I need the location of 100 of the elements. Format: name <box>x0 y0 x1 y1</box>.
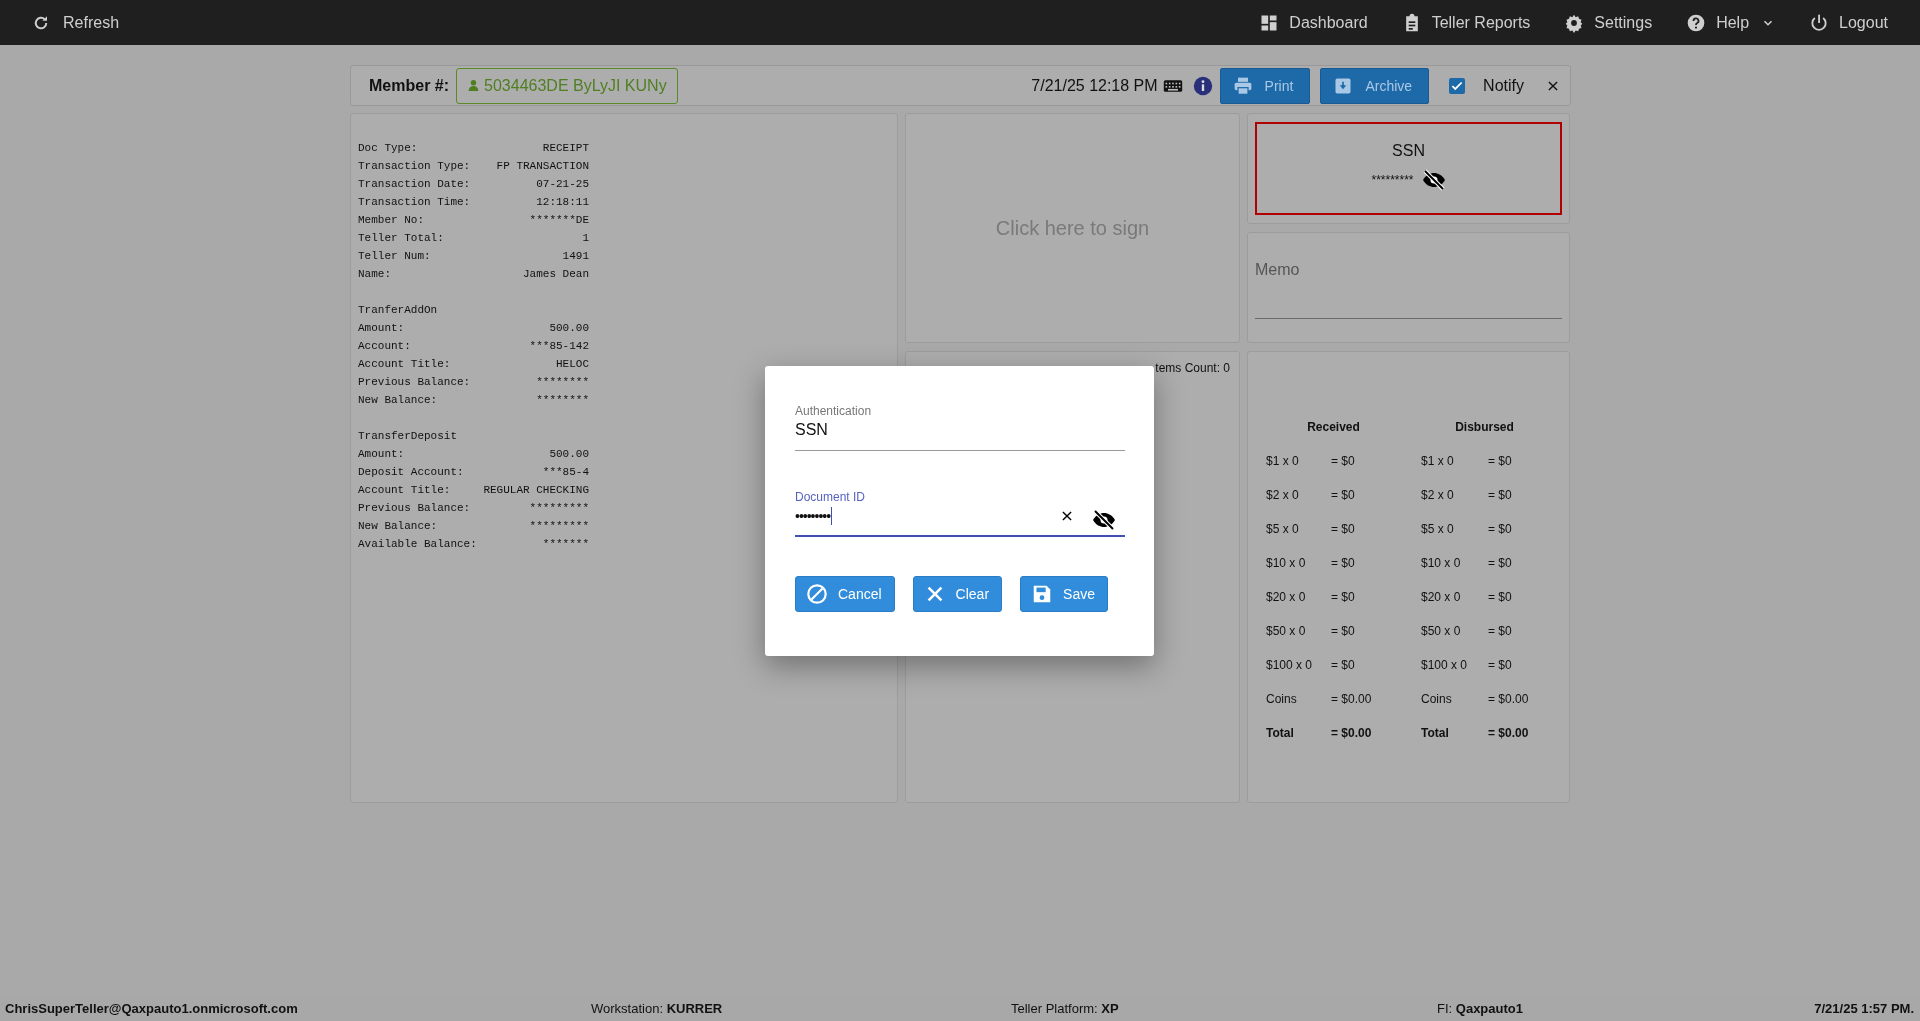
cash-label: $100 x 0 <box>1266 657 1314 674</box>
status-value: 7/21/25 1:57 PM. <box>1814 1000 1914 1016</box>
refresh-button[interactable]: Refresh <box>32 13 120 32</box>
help-icon <box>1686 12 1707 33</box>
receipt-label: Previous Balance: <box>358 501 471 516</box>
cash-label: $10 x 0 <box>1421 555 1462 572</box>
cancel-icon <box>806 583 828 605</box>
receipt-label: New Balance: <box>358 519 438 534</box>
receipt-value: ***85-142 <box>529 339 589 354</box>
receipt-heading: TranferAddOn <box>358 303 439 318</box>
cash-label: $50 x 0 <box>1266 623 1307 640</box>
receipt-label: Name: <box>358 267 391 282</box>
ssn-value: ********* <box>1371 173 1414 187</box>
receipt-label: Account Title: <box>358 357 451 372</box>
cash-amount: = $0 <box>1331 589 1356 606</box>
receipt-value: ********* <box>529 501 589 516</box>
status-label: FI: <box>1437 1000 1453 1016</box>
column-header: Received <box>1306 419 1361 436</box>
cash-amount: = $0 <box>1331 657 1356 674</box>
power-icon <box>1809 12 1830 33</box>
cash-amount: = $0 <box>1331 623 1356 640</box>
receipt-value: 1 <box>582 231 589 246</box>
notify-checkbox[interactable] <box>1449 77 1466 94</box>
cash-amount: = $0 <box>1488 657 1513 674</box>
cash-amount: = $0 <box>1488 521 1513 538</box>
receipt-value: 500.00 <box>549 321 589 336</box>
save-button[interactable]: Save <box>1020 576 1108 612</box>
cash-label: Total <box>1266 725 1295 742</box>
status-value: ChrisSuperTeller@Qaxpauto1.onmicrosoft.com <box>5 1000 298 1016</box>
cash-amount: = $0 <box>1488 589 1513 606</box>
nav-item[interactable]: Teller Reports <box>1401 12 1531 33</box>
close-icon[interactable] <box>1546 78 1560 93</box>
field-value: SSN <box>795 421 828 439</box>
receipt-label: Teller Num: <box>358 249 431 264</box>
text-field[interactable]: Document ID ••••••••• <box>795 490 1125 537</box>
status-value: Qaxpauto1 <box>1455 1000 1523 1016</box>
cash-label: $1 x 0 <box>1266 453 1300 470</box>
cash-amount: = $0 <box>1488 555 1513 572</box>
ssn-title: SSN <box>1392 142 1425 160</box>
status-value: XP <box>1101 1000 1119 1016</box>
eye-slash-icon[interactable] <box>1421 168 1446 192</box>
receipt-heading: TransferDeposit <box>358 429 459 444</box>
nav-item[interactable]: Dashboard <box>1259 12 1368 33</box>
receipt-label: Account: <box>358 339 411 354</box>
cash-amount: = $0.00 <box>1331 725 1373 742</box>
nav-item[interactable]: Settings <box>1564 12 1653 33</box>
receipt-value: ******** <box>536 393 589 408</box>
receipt-label: Previous Balance: <box>358 375 471 390</box>
cash-label: Coins <box>1266 691 1298 708</box>
receipt-label: Available Balance: <box>358 537 477 552</box>
receipt-label: Amount: <box>358 447 405 462</box>
printer-icon <box>1232 75 1253 96</box>
member-label: Member #: <box>369 76 450 95</box>
receipt-value: *******DE <box>529 213 589 228</box>
text-cursor <box>831 507 833 525</box>
text-field[interactable]: Authentication SSN <box>795 404 1125 451</box>
close-icon[interactable] <box>1060 509 1074 523</box>
cash-amount: = $0 <box>1331 521 1356 538</box>
info-icon[interactable] <box>1192 75 1213 96</box>
cash-amount: = $0.00 <box>1488 725 1530 742</box>
nav-item[interactable]: Help <box>1686 12 1776 33</box>
cash-label: $5 x 0 <box>1266 521 1300 538</box>
receipt-value: ********* <box>529 519 589 534</box>
field-label: Document ID <box>795 490 867 504</box>
cash-amount: = $0 <box>1331 487 1356 504</box>
receipt-value: ******* <box>542 537 589 552</box>
notify-label: Notify <box>1483 76 1524 95</box>
receipt-label: Doc Type: <box>358 141 418 156</box>
receipt-value: ***85-4 <box>542 465 589 480</box>
receipt-label: Amount: <box>358 321 405 336</box>
cancel-button[interactable]: Cancel <box>795 576 895 612</box>
nav-item[interactable]: Logout <box>1809 12 1888 33</box>
receipt-label: Teller Total: <box>358 231 444 246</box>
receipt-value: FP TRANSACTION <box>496 159 589 174</box>
cash-label: $100 x 0 <box>1421 657 1469 674</box>
cash-label: $20 x 0 <box>1421 589 1462 606</box>
cash-amount: = $0 <box>1331 453 1356 470</box>
cash-amount: = $0 <box>1488 623 1513 640</box>
receipt-value: 12:18:11 <box>536 195 589 210</box>
receipt-label: Transaction Type: <box>358 159 471 174</box>
cash-label: $50 x 0 <box>1421 623 1462 640</box>
cash-label: $10 x 0 <box>1266 555 1307 572</box>
receipt-label: Member No: <box>358 213 424 228</box>
date-time: 7/21/25 12:18 PM <box>1031 76 1158 95</box>
cash-label: Coins <box>1421 691 1453 708</box>
field-label: Authentication <box>795 404 873 418</box>
cash-label: $20 x 0 <box>1266 589 1307 606</box>
cash-amount: = $0 <box>1488 487 1513 504</box>
receipt-value: 500.00 <box>549 447 589 462</box>
eye-slash-icon[interactable] <box>1092 508 1116 532</box>
receipt-value: ******** <box>536 375 589 390</box>
receipt-label: Deposit Account: <box>358 465 464 480</box>
scanned-count: tems Count: 0 <box>1154 361 1230 375</box>
cash-amount: = $0 <box>1488 453 1513 470</box>
settings-icon <box>1564 12 1585 33</box>
cash-amount: = $0.00 <box>1331 691 1373 708</box>
clear-button[interactable]: Clear <box>912 576 1003 612</box>
cash-label: Total <box>1421 725 1450 742</box>
cash-label: $1 x 0 <box>1421 453 1455 470</box>
receipt-value: HELOC <box>556 357 589 372</box>
